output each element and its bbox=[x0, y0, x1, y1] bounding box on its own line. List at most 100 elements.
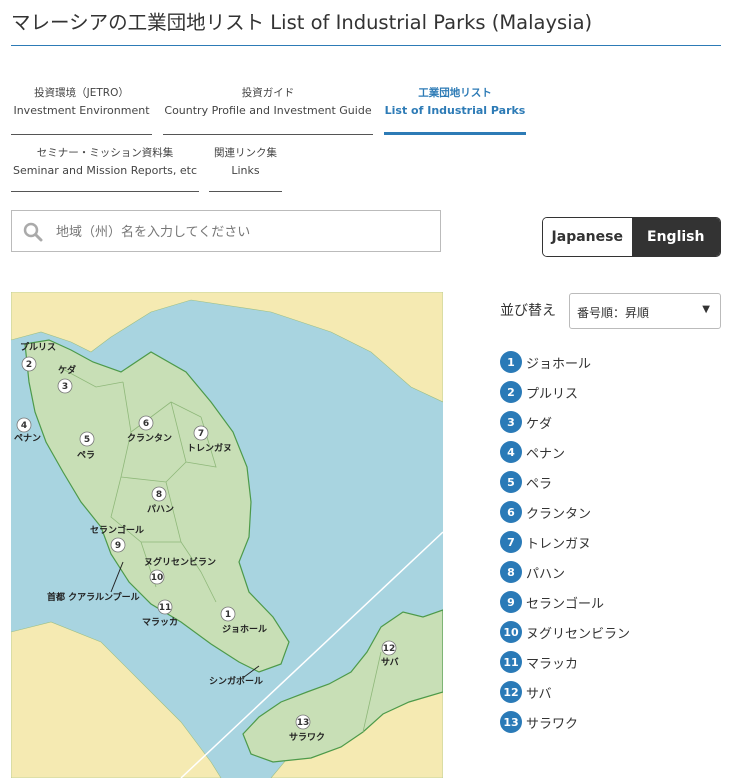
list-item[interactable]: 10 ヌグリセンビラン bbox=[500, 617, 630, 647]
number-badge: 12 bbox=[500, 681, 522, 703]
map-label-kelantan: クランタン bbox=[127, 432, 172, 444]
map-label-perlis: プルリス bbox=[20, 341, 56, 353]
map-marker-10[interactable]: 10 bbox=[149, 569, 165, 585]
page-title: マレーシアの工業団地リスト List of Industrial Parks (… bbox=[11, 11, 593, 34]
map-marker-11[interactable]: 11 bbox=[157, 599, 173, 615]
number-badge: 4 bbox=[500, 441, 522, 463]
tab-links[interactable]: 関連リンク集 Links bbox=[209, 144, 282, 192]
number-badge: 9 bbox=[500, 591, 522, 613]
map-label-sabah: サバ bbox=[381, 657, 399, 668]
list-item[interactable]: 11 マラッカ bbox=[500, 647, 630, 677]
list-item[interactable]: 8 パハン bbox=[500, 557, 630, 587]
list-item[interactable]: 2 プルリス bbox=[500, 377, 630, 407]
number-badge: 1 bbox=[500, 351, 522, 373]
sumatra-land bbox=[11, 621, 222, 778]
number-badge: 3 bbox=[500, 411, 522, 433]
sort-selected-value: 番号順：昇順 bbox=[577, 306, 650, 320]
number-badge: 2 bbox=[500, 381, 522, 403]
svg-text:9: 9 bbox=[115, 541, 121, 551]
map-label-melaka: マラッカ bbox=[142, 617, 178, 628]
svg-text:11: 11 bbox=[159, 603, 172, 613]
number-badge: 13 bbox=[500, 711, 522, 733]
svg-text:12: 12 bbox=[383, 644, 396, 654]
map-marker-7[interactable]: 7 bbox=[193, 425, 209, 441]
region-name: プルリス bbox=[526, 386, 579, 402]
region-name: トレンガヌ bbox=[526, 536, 592, 552]
list-item[interactable]: 5 ペラ bbox=[500, 467, 630, 497]
map-label-singapore: シンガポール bbox=[209, 675, 263, 687]
malaysia-map: 2 3 4 5 6 7 8 9 10 11 1 12 13 プルリス ケダ ペナ… bbox=[11, 292, 443, 778]
region-name: ペラ bbox=[526, 476, 553, 492]
region-name: ケダ bbox=[526, 416, 553, 432]
region-list: 1 ジョホール 2 プルリス 3 ケダ 4 ペナン 5 ペラ 6 クランタン 7 トレンガヌ … bbox=[500, 347, 630, 737]
tab-label-jp: 投資ガイド bbox=[241, 87, 295, 99]
list-item[interactable]: 7 トレンガヌ bbox=[500, 527, 630, 557]
tab-label-jp: 投資環境（JETRO） bbox=[34, 87, 129, 99]
map-marker-5[interactable]: 5 bbox=[79, 431, 95, 447]
svg-text:3: 3 bbox=[62, 382, 68, 392]
region-name: クランタン bbox=[526, 506, 592, 522]
number-badge: 11 bbox=[500, 651, 522, 673]
tab-investment-guide[interactable]: 投資ガイド Country Profile and Investment Gui… bbox=[163, 84, 373, 135]
list-item[interactable]: 13 サラワク bbox=[500, 707, 630, 737]
map-label-kedah: ケダ bbox=[58, 364, 76, 376]
search-input[interactable] bbox=[54, 219, 438, 245]
region-name: サラワク bbox=[526, 716, 579, 732]
list-item[interactable]: 1 ジョホール bbox=[500, 347, 630, 377]
tab-industrial-parks[interactable]: 工業団地リスト List of Industrial Parks bbox=[384, 84, 526, 135]
region-name: ジョホール bbox=[526, 356, 592, 372]
tab-label-en: List of Industrial Parks bbox=[384, 104, 526, 117]
list-item[interactable]: 9 セランゴール bbox=[500, 587, 630, 617]
map-marker-2[interactable]: 2 bbox=[21, 356, 37, 372]
list-item[interactable]: 6 クランタン bbox=[500, 497, 630, 527]
map-label-sarawak: サラワク bbox=[289, 732, 325, 743]
tab-investment-environment[interactable]: 投資環境（JETRO） Investment Environment bbox=[11, 84, 152, 135]
region-name: サバ bbox=[526, 686, 552, 702]
tab-label-en: Links bbox=[231, 164, 260, 177]
map-marker-13[interactable]: 13 bbox=[295, 714, 311, 730]
triangle-down-icon: ▼ bbox=[702, 304, 710, 315]
svg-text:10: 10 bbox=[151, 573, 164, 583]
region-name: マラッカ bbox=[526, 656, 579, 672]
tab-label-jp: 関連リンク集 bbox=[214, 147, 277, 159]
map-label-perak: ペラ bbox=[77, 450, 95, 461]
sort-select[interactable]: 番号順：昇順 ▼ bbox=[569, 293, 721, 329]
map-marker-6[interactable]: 6 bbox=[138, 415, 154, 431]
japanese-button[interactable]: Japanese bbox=[543, 218, 632, 256]
tab-seminar-reports[interactable]: セミナー・ミッション資料集 Seminar and Mission Report… bbox=[11, 144, 199, 192]
map-label-selangor: セランゴール bbox=[90, 524, 144, 536]
map-label-capital: 首都 クアラルンプール bbox=[47, 591, 140, 603]
tab-label-jp: 工業団地リスト bbox=[418, 87, 492, 99]
language-toggle: Japanese English bbox=[542, 217, 721, 257]
list-item[interactable]: 3 ケダ bbox=[500, 407, 630, 437]
title-divider bbox=[11, 45, 721, 46]
region-name: ペナン bbox=[526, 446, 566, 462]
map-label-negeri-sembilan: ヌグリセンビラン bbox=[144, 556, 216, 568]
svg-text:4: 4 bbox=[21, 421, 27, 431]
number-badge: 7 bbox=[500, 531, 522, 553]
region-name: セランゴール bbox=[526, 596, 605, 612]
number-badge: 10 bbox=[500, 621, 522, 643]
map-marker-9[interactable]: 9 bbox=[110, 537, 126, 553]
map-marker-1[interactable]: 1 bbox=[220, 606, 236, 622]
svg-text:8: 8 bbox=[156, 490, 162, 500]
region-name: パハン bbox=[526, 566, 566, 582]
map-label-pahang: パハン bbox=[147, 503, 174, 515]
english-button[interactable]: English bbox=[631, 218, 720, 256]
region-name: ヌグリセンビラン bbox=[526, 626, 631, 642]
map-label-penang: ペナン bbox=[14, 433, 41, 444]
list-item[interactable]: 4 ペナン bbox=[500, 437, 630, 467]
search-icon bbox=[23, 222, 43, 242]
svg-text:5: 5 bbox=[84, 435, 90, 445]
svg-text:13: 13 bbox=[297, 718, 310, 728]
search-box bbox=[11, 210, 441, 252]
map-label-johor: ジョホール bbox=[222, 624, 267, 635]
svg-text:6: 6 bbox=[143, 419, 149, 429]
map-marker-12[interactable]: 12 bbox=[381, 640, 397, 656]
map-marker-4[interactable]: 4 bbox=[16, 417, 32, 433]
number-badge: 8 bbox=[500, 561, 522, 583]
tab-label-en: Seminar and Mission Reports, etc bbox=[12, 164, 198, 177]
map-marker-8[interactable]: 8 bbox=[151, 486, 167, 502]
map-marker-3[interactable]: 3 bbox=[57, 378, 73, 394]
list-item[interactable]: 12 サバ bbox=[500, 677, 630, 707]
